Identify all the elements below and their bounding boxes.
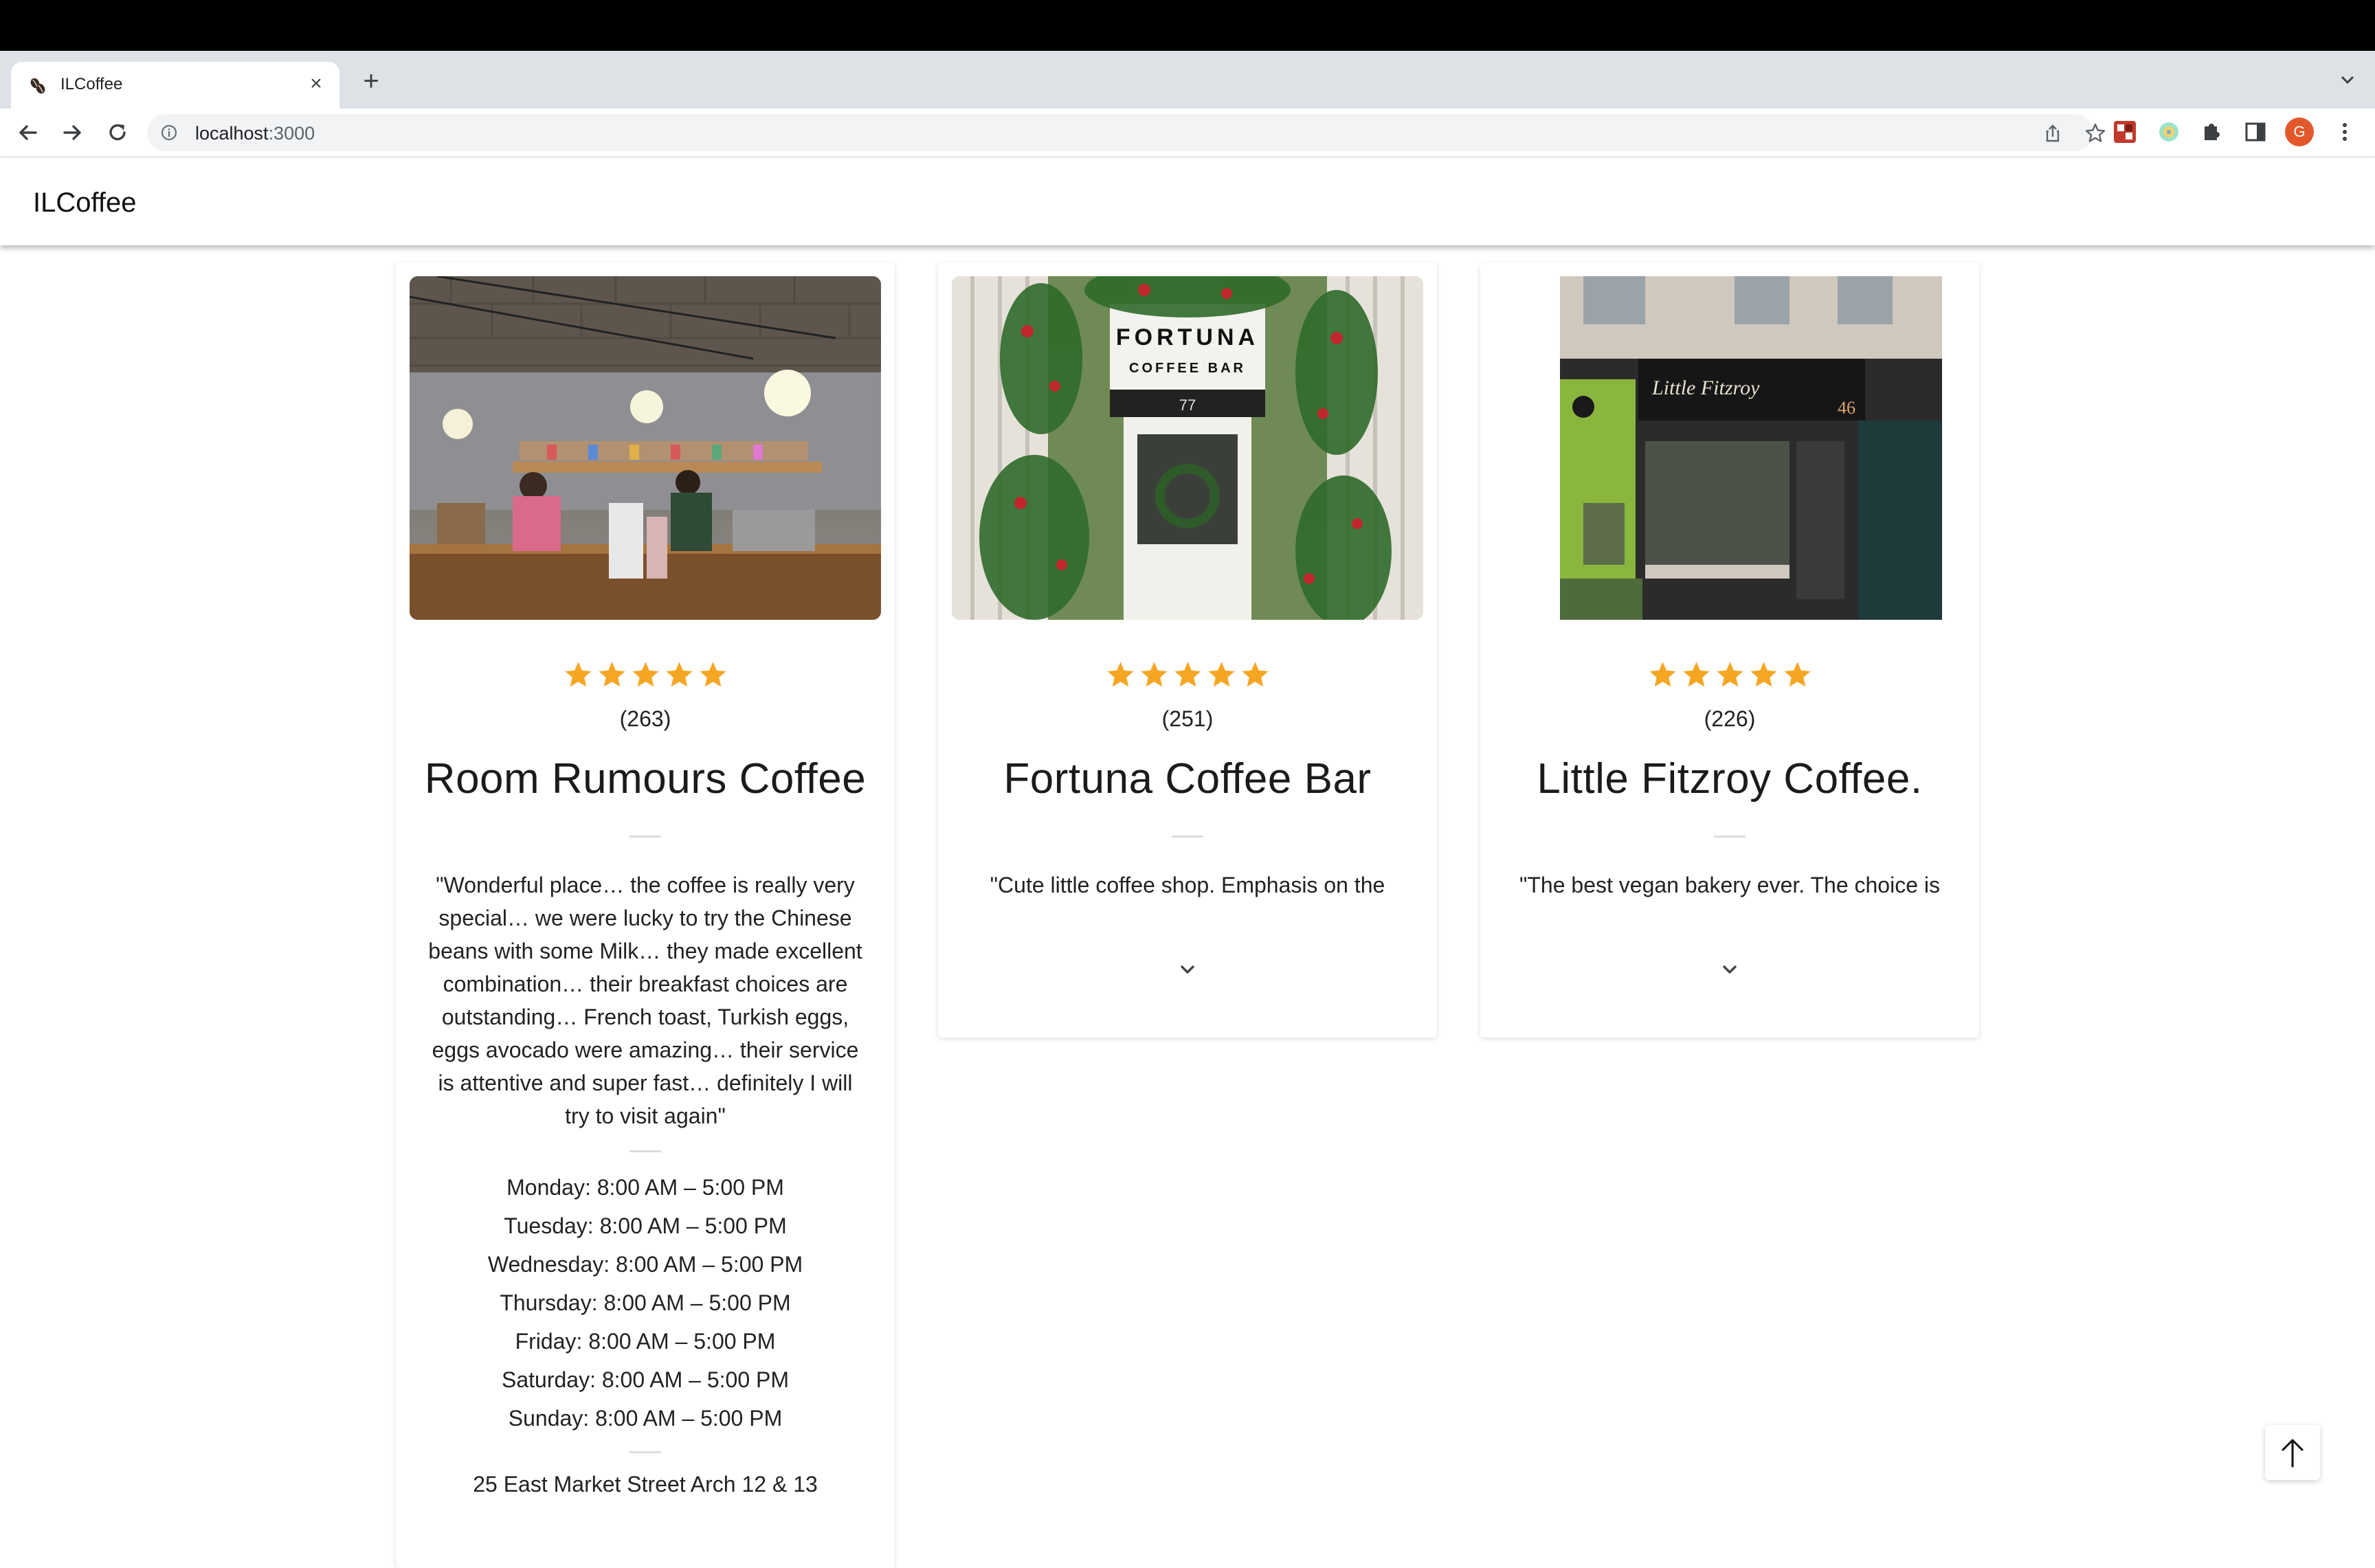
review-text: "The best vegan bakery ever. The choice … <box>1519 873 1940 907</box>
review-text: "Wonderful place… the coffee is really v… <box>428 873 862 1128</box>
shop-address: 25 East Market Street Arch 12 & 13 <box>473 1472 818 1497</box>
cafe-storefront-photo: FORTUNA COFFEE BAR 77 <box>952 276 1423 620</box>
url-host: localhost <box>195 123 269 144</box>
star-icon <box>1242 662 1268 687</box>
cafe-facade-photo: Little Fitzroy 46 <box>1494 276 1965 620</box>
review-text: "Cute little coffee shop. Emphasis on th… <box>974 873 1402 907</box>
puzzle-extensions-icon[interactable] <box>2196 117 2227 147</box>
hours-tuesday: Tuesday: 8:00 AM – 5:00 PM <box>504 1213 787 1238</box>
star-icon <box>1683 662 1709 687</box>
coffee-beans-icon <box>30 78 45 94</box>
extension-colorful-icon[interactable] <box>2154 117 2184 147</box>
shop-name: Little Fitzroy Coffee. <box>1537 755 1923 803</box>
side-panel-icon[interactable] <box>2240 117 2271 147</box>
more-vert-icon[interactable] <box>2330 117 2360 147</box>
sign-number: 46 <box>1838 398 1855 418</box>
browser-toolbar: localhost:3000 G <box>0 109 2375 157</box>
sign-number: 77 <box>1179 396 1196 414</box>
address-bar[interactable]: localhost:3000 <box>147 114 2106 151</box>
bookmark-star-icon[interactable] <box>2084 122 2107 145</box>
hours-sunday: Sunday: 8:00 AM – 5:00 PM <box>508 1406 783 1431</box>
divider <box>629 1150 661 1152</box>
url-port: :3000 <box>268 123 315 144</box>
share-icon[interactable] <box>2041 122 2064 145</box>
coffee-shop-card: (263) Room Rumours Coffee "Wonderful pla… <box>396 262 895 1568</box>
rating-count: (263) <box>619 706 671 731</box>
star-icon <box>700 662 726 687</box>
star-icon <box>1750 662 1776 687</box>
hours-wednesday: Wednesday: 8:00 AM – 5:00 PM <box>487 1252 803 1277</box>
divider <box>1172 836 1203 838</box>
divider <box>1714 836 1746 838</box>
app-header: ILCoffee <box>0 157 2375 245</box>
star-icon <box>1107 662 1133 687</box>
profile-avatar[interactable]: G <box>2284 117 2315 147</box>
shop-name: Room Rumours Coffee <box>424 755 867 803</box>
star-icon <box>1717 662 1743 687</box>
coffee-shop-card: Little Fitzroy 46 (226) Little Fitzroy C… <box>1480 262 1979 1038</box>
sign-little-fitzroy: Little Fitzroy <box>1651 377 1760 399</box>
tab-title: ILCoffee <box>60 75 123 93</box>
rating-stars <box>938 660 1437 689</box>
star-icon <box>1784 662 1810 687</box>
divider <box>629 1451 661 1453</box>
star-icon <box>565 662 591 687</box>
app-title[interactable]: ILCoffee <box>33 188 137 219</box>
reload-icon[interactable] <box>102 117 133 148</box>
url-text: localhost:3000 <box>195 123 315 144</box>
back-arrow-icon[interactable] <box>12 117 44 148</box>
os-top-bar <box>0 0 2375 51</box>
opening-hours: Monday: 8:00 AM – 5:00 PM Tuesday: 8:00 … <box>396 1168 895 1437</box>
hours-friday: Friday: 8:00 AM – 5:00 PM <box>515 1329 776 1354</box>
hours-thursday: Thursday: 8:00 AM – 5:00 PM <box>500 1290 791 1315</box>
star-icon <box>1649 662 1675 687</box>
rating-stars <box>396 660 895 689</box>
hours-monday: Monday: 8:00 AM – 5:00 PM <box>506 1175 784 1200</box>
star-icon <box>1141 662 1167 687</box>
star-icon <box>666 662 692 687</box>
new-tab-icon[interactable]: + <box>355 65 388 98</box>
forward-arrow-icon[interactable] <box>56 117 88 148</box>
rating-stars <box>1480 660 1979 689</box>
close-tab-icon[interactable]: × <box>304 71 328 96</box>
arrow-up-icon <box>2282 1439 2304 1468</box>
star-icon <box>632 662 658 687</box>
tab-strip: ILCoffee × + <box>0 51 2375 109</box>
scroll-to-top-button[interactable] <box>2265 1425 2320 1480</box>
expand-chevron-icon[interactable] <box>1174 956 1201 984</box>
info-icon[interactable] <box>161 124 177 141</box>
chevron-down-icon[interactable] <box>2334 66 2361 93</box>
extension-red-icon[interactable] <box>2110 117 2140 147</box>
star-icon <box>1208 662 1234 687</box>
hours-saturday: Saturday: 8:00 AM – 5:00 PM <box>501 1367 789 1392</box>
avatar-letter: G <box>2285 117 2314 146</box>
expand-chevron-icon[interactable] <box>1716 956 1743 984</box>
rating-count: (251) <box>1161 706 1214 731</box>
shop-name: Fortuna Coffee Bar <box>1003 755 1372 803</box>
star-icon <box>1174 662 1201 687</box>
coffee-shop-card: FORTUNA COFFEE BAR 77 (251) Fortuna Coff… <box>938 262 1437 1038</box>
divider <box>629 836 661 838</box>
rating-count: (226) <box>1704 706 1756 731</box>
sign-coffee-bar: COFFEE BAR <box>1129 361 1246 376</box>
sign-fortuna: FORTUNA <box>1116 324 1259 350</box>
browser-tab[interactable]: ILCoffee × <box>11 62 339 109</box>
star-icon <box>599 662 625 687</box>
cafe-interior-photo <box>410 276 881 620</box>
